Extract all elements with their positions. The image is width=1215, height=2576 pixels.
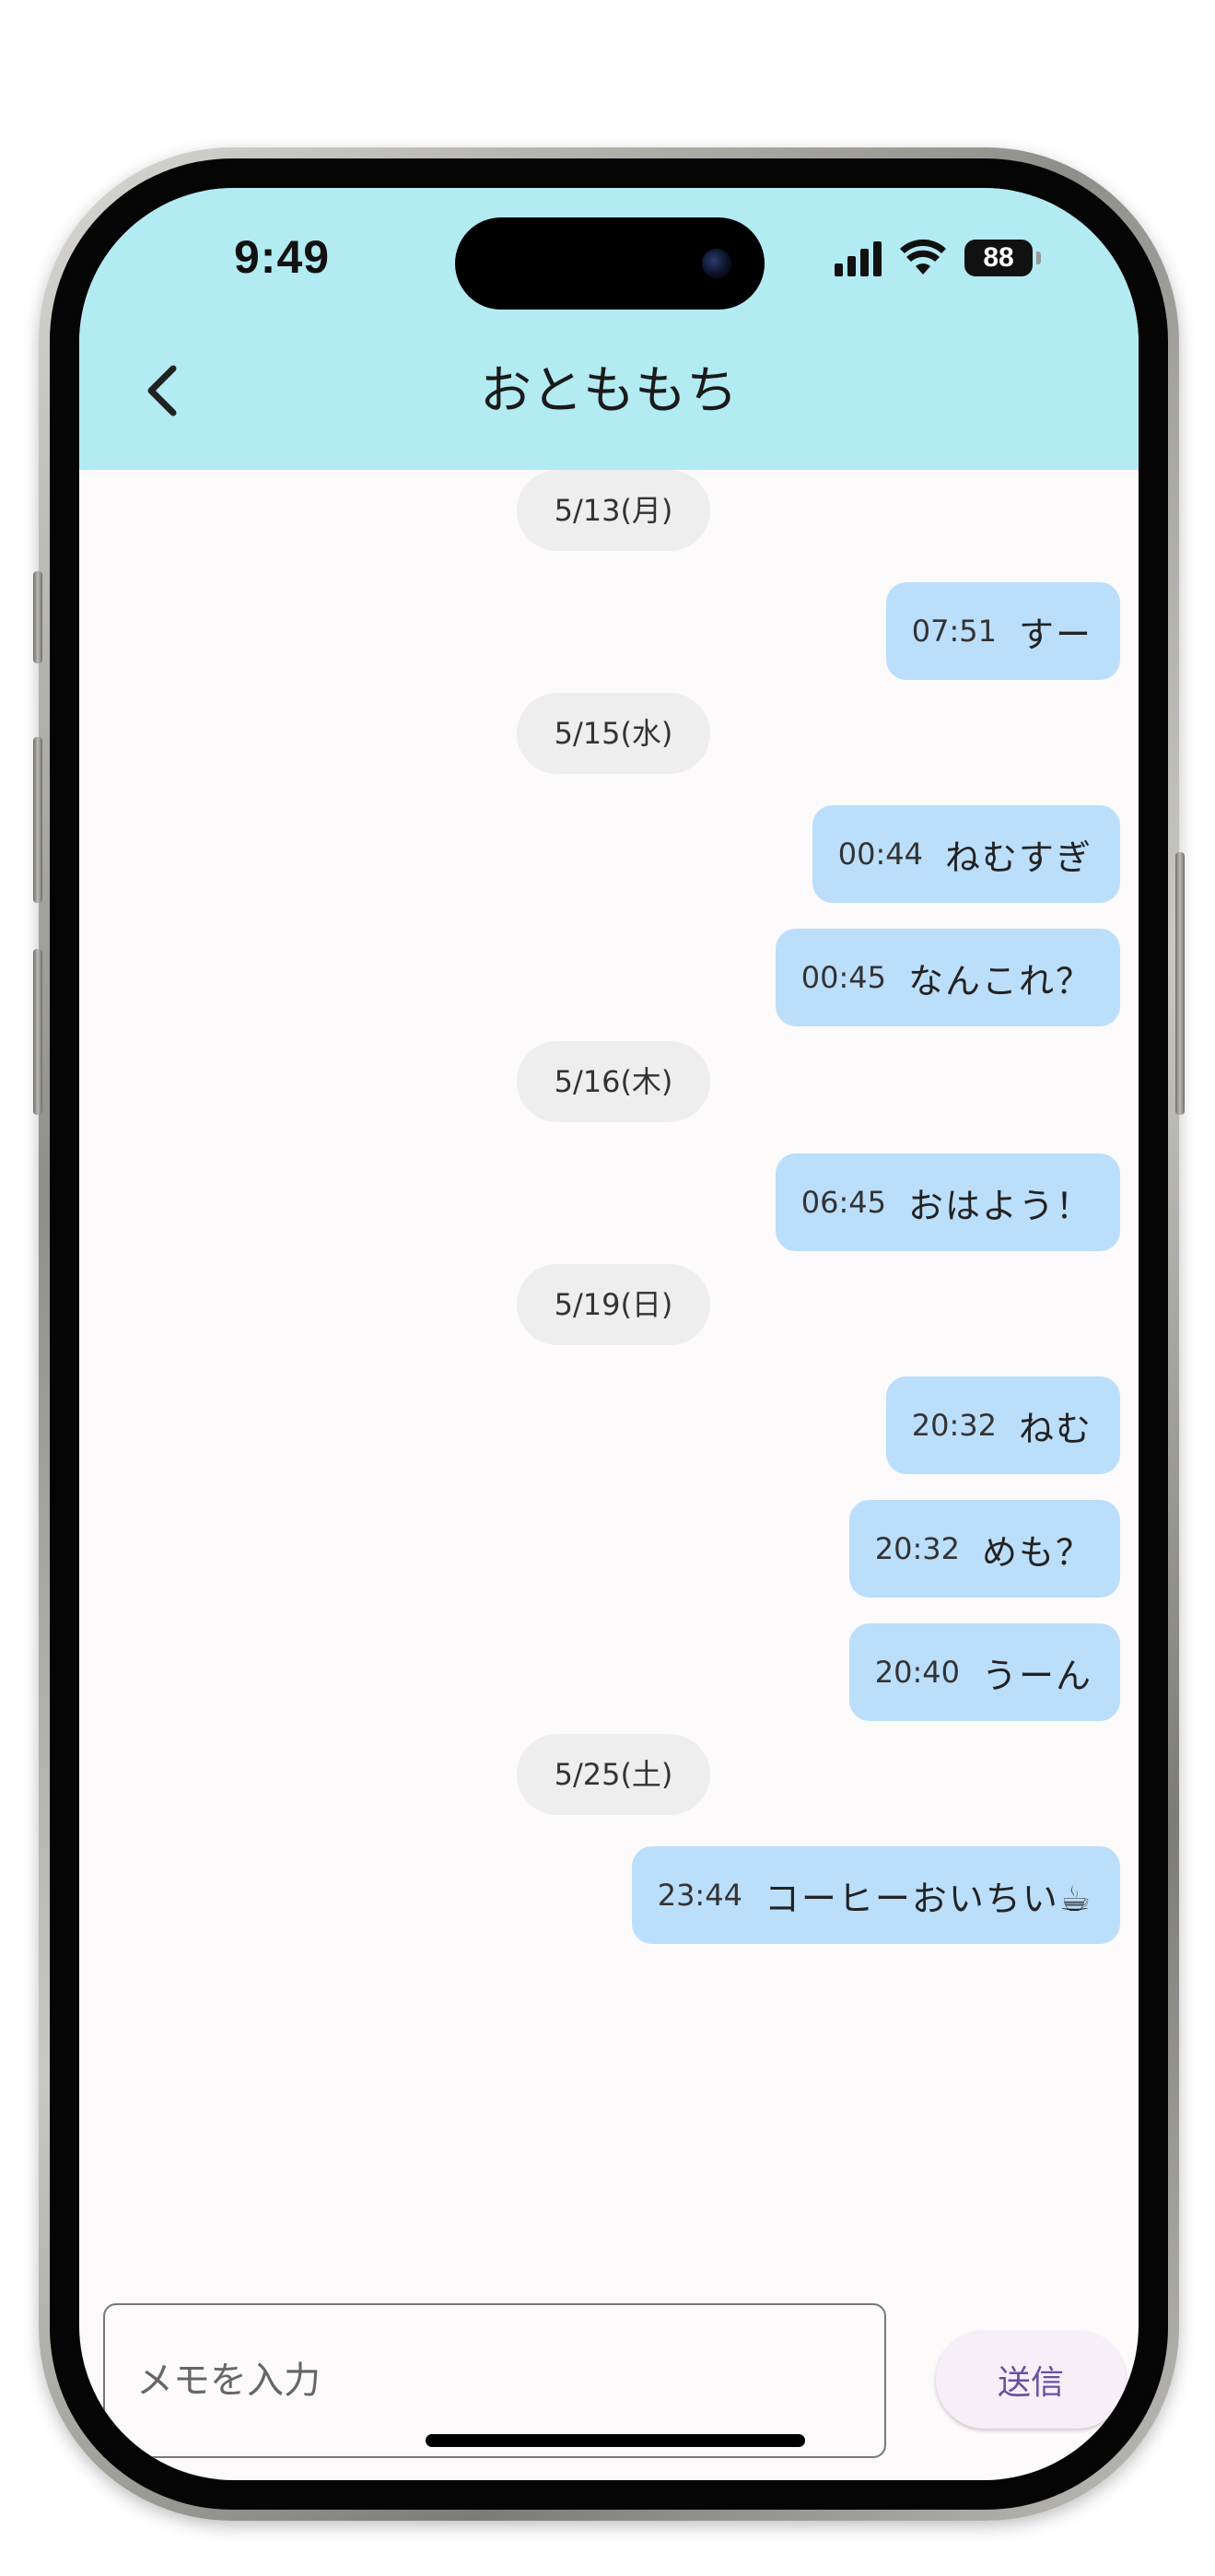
app-screen: 9:49 88 おとももち 5/13(月) 07:51 すー 5/15(水) 0… xyxy=(79,188,1139,2480)
memo-bubble[interactable]: 20:32 めも？ xyxy=(848,1500,1120,1598)
memo-time: 06:45 xyxy=(800,1185,886,1220)
home-indicator[interactable] xyxy=(426,2434,805,2447)
memo-text: ねむ xyxy=(1018,1408,1092,1449)
memo-time: 00:44 xyxy=(837,837,923,872)
memo-bubble[interactable]: 00:45 なんこれ？ xyxy=(775,929,1120,1026)
status-icons: 88 xyxy=(835,238,1041,278)
memo-bubble[interactable]: 23:44 コーヒーおいちい☕ xyxy=(631,1846,1120,1944)
status-time: 9:49 xyxy=(234,231,331,283)
send-button[interactable]: 送信 xyxy=(936,2331,1126,2429)
memo-text: すー xyxy=(1018,614,1092,655)
battery-icon: 88 xyxy=(964,240,1041,276)
memo-time: 00:45 xyxy=(800,960,886,995)
memo-bubble[interactable]: 00:44 ねむすぎ xyxy=(812,805,1120,903)
memo-time: 23:44 xyxy=(657,1878,742,1913)
app-header: 9:49 88 おとももち xyxy=(79,188,1139,470)
power-button xyxy=(1175,852,1185,1115)
front-camera xyxy=(702,249,731,278)
date-divider: 5/19(日) xyxy=(517,1264,710,1345)
memo-text: ねむすぎ xyxy=(944,837,1092,878)
memo-text: うーん xyxy=(981,1655,1092,1696)
memo-bubble[interactable]: 20:40 うーん xyxy=(848,1623,1120,1721)
wifi-icon xyxy=(900,240,946,275)
action-button xyxy=(33,571,42,663)
dynamic-island xyxy=(455,217,765,310)
page-title: おとももち xyxy=(480,361,738,421)
memo-bubble[interactable]: 20:32 ねむ xyxy=(885,1376,1120,1474)
message-list[interactable]: 5/13(月) 07:51 すー 5/15(水) 00:44 ねむすぎ 00:4… xyxy=(79,470,1139,2313)
memo-time: 07:51 xyxy=(911,614,997,649)
memo-time: 20:40 xyxy=(874,1655,960,1690)
volume-down-button xyxy=(33,949,42,1115)
memo-text: めも？ xyxy=(981,1531,1092,1573)
date-divider: 5/15(水) xyxy=(517,693,710,774)
memo-bubble[interactable]: 06:45 おはよう！ xyxy=(775,1153,1120,1251)
volume-up-button xyxy=(33,737,42,903)
memo-bubble[interactable]: 07:51 すー xyxy=(885,582,1120,680)
memo-time: 20:32 xyxy=(911,1408,997,1443)
date-divider: 5/13(月) xyxy=(517,470,710,551)
cellular-signal-icon xyxy=(835,240,882,276)
date-divider: 5/25(土) xyxy=(517,1734,710,1815)
memo-text: なんこれ？ xyxy=(907,960,1092,1001)
memo-text: おはよう！ xyxy=(907,1185,1092,1226)
date-divider: 5/16(木) xyxy=(517,1041,710,1122)
memo-text: コーヒーおいちい☕ xyxy=(764,1878,1092,1919)
memo-time: 20:32 xyxy=(874,1531,960,1566)
